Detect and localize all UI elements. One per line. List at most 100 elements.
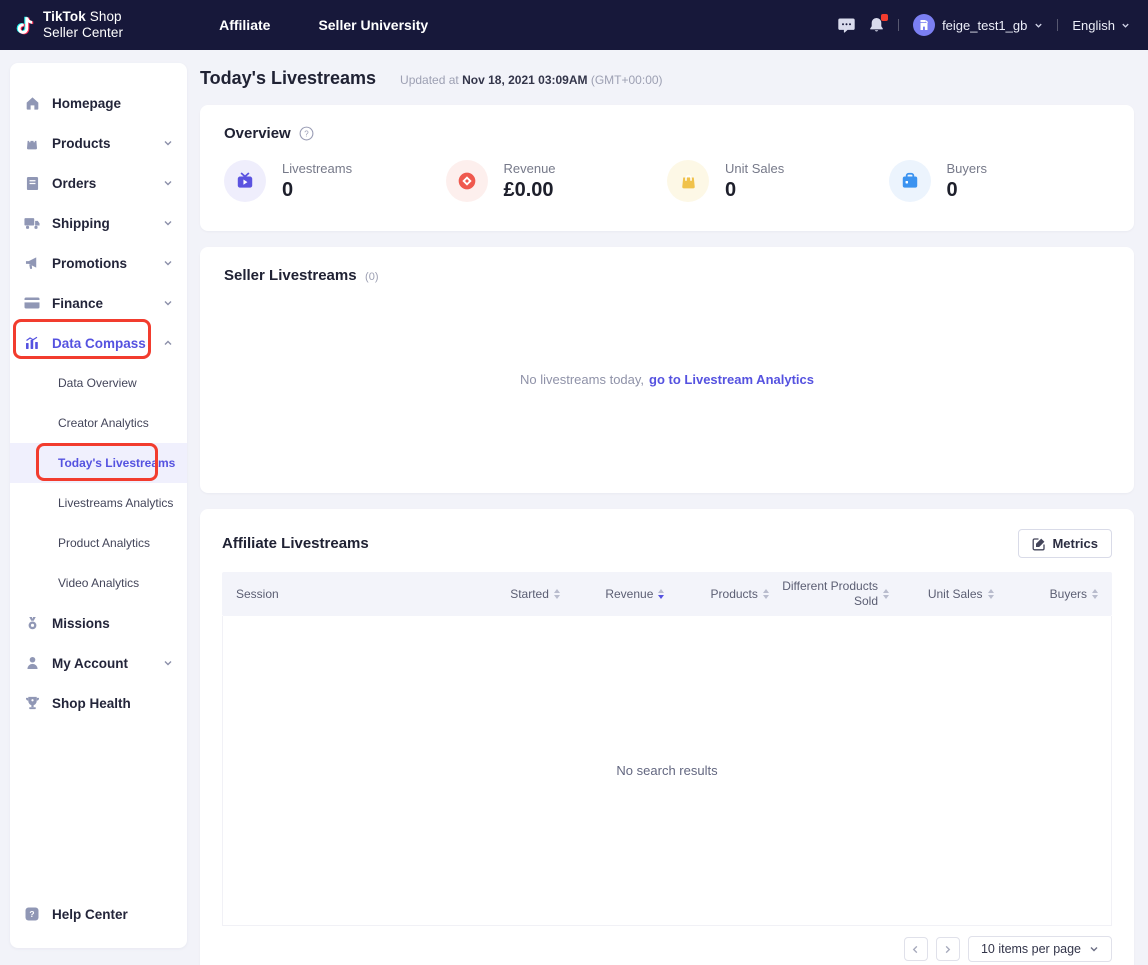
sort-icon (1092, 589, 1098, 599)
help-icon: ? (24, 907, 40, 921)
main-content: Today's Livestreams Updated at Nov 18, 2… (200, 50, 1134, 965)
column-unit-sales[interactable]: Unit Sales (889, 587, 993, 602)
notification-badge (881, 14, 888, 21)
tiktok-shop-logo: TikTok Shop Seller Center (14, 9, 123, 40)
user-menu[interactable]: feige_test1_gb (913, 14, 1043, 36)
sidebar-subitem-product-analytics[interactable]: Product Analytics (10, 523, 187, 563)
topbar-right: feige_test1_gb English (838, 14, 1130, 36)
prev-page-button[interactable] (904, 937, 928, 961)
affiliate-livestreams-card: Affiliate Livestreams Metrics Session St… (200, 509, 1134, 965)
affiliate-livestreams-title: Affiliate Livestreams (222, 535, 369, 552)
language-selector[interactable]: English (1072, 18, 1130, 33)
metric-livestreams: Livestreams 0 (224, 160, 446, 202)
metric-revenue: Revenue £0.00 (446, 160, 668, 202)
metric-value: 0 (282, 179, 352, 202)
logo-text: TikTok Shop Seller Center (43, 9, 123, 40)
updated-at: Updated at Nov 18, 2021 03:09AM (GMT+00:… (400, 73, 663, 87)
bank-card-icon (24, 297, 40, 309)
table-header: Session Started Revenue Products Differe… (222, 572, 1112, 616)
column-buyers[interactable]: Buyers (994, 587, 1098, 602)
chevron-up-icon (163, 338, 173, 348)
chevron-down-icon (163, 218, 173, 228)
page-title: Today's Livestreams (200, 68, 376, 89)
metric-value: 0 (725, 179, 784, 202)
help-circle-icon[interactable]: ? (299, 126, 314, 141)
seller-livestreams-card: Seller Livestreams (0) No livestreams to… (200, 247, 1134, 493)
nav-affiliate[interactable]: Affiliate (219, 17, 270, 33)
sidebar-subitem-livestreams-analytics[interactable]: Livestreams Analytics (10, 483, 187, 523)
topbar: TikTok Shop Seller Center Affiliate Sell… (0, 0, 1148, 50)
chevron-down-icon (163, 258, 173, 268)
overview-title: Overview (224, 125, 291, 142)
tiktok-note-icon (14, 12, 36, 38)
sidebar-item-finance[interactable]: Finance (10, 283, 187, 323)
livestream-tv-icon (224, 160, 266, 202)
shopping-bag-icon (24, 136, 40, 151)
language-label: English (1072, 18, 1115, 33)
column-session: Session (236, 587, 455, 602)
sidebar-item-orders[interactable]: Orders (10, 163, 187, 203)
chevron-down-icon (1089, 944, 1099, 954)
sidebar-item-shipping[interactable]: Shipping (10, 203, 187, 243)
metrics-button[interactable]: Metrics (1018, 529, 1112, 558)
top-nav: Affiliate Seller University (219, 17, 428, 33)
medal-icon (24, 616, 40, 631)
metric-unit-sales: Unit Sales 0 (667, 160, 889, 202)
next-page-button[interactable] (936, 937, 960, 961)
livestream-analytics-link[interactable]: go to Livestream Analytics (649, 372, 814, 387)
metric-value: £0.00 (504, 179, 556, 202)
coin-icon (446, 160, 488, 202)
column-revenue[interactable]: Revenue (560, 587, 664, 602)
chevron-down-icon (1034, 21, 1043, 30)
chevron-down-icon (163, 658, 173, 668)
metric-buyers: Buyers 0 (889, 160, 1111, 202)
user-name: feige_test1_gb (942, 18, 1027, 33)
topbar-divider (898, 19, 899, 31)
order-document-icon (24, 176, 40, 191)
shopping-bag-icon (667, 160, 709, 202)
sidebar-subitem-video-analytics[interactable]: Video Analytics (10, 563, 187, 603)
sidebar-item-homepage[interactable]: Homepage (10, 83, 187, 123)
page-header: Today's Livestreams Updated at Nov 18, 2… (200, 68, 1134, 89)
sidebar-subitem-creator-analytics[interactable]: Creator Analytics (10, 403, 187, 443)
sidebar-subitem-data-overview[interactable]: Data Overview (10, 363, 187, 403)
chevron-down-icon (163, 138, 173, 148)
home-icon (24, 96, 40, 111)
svg-text:?: ? (304, 129, 309, 138)
column-products[interactable]: Products (664, 587, 768, 602)
seller-livestreams-title: Seller Livestreams (224, 267, 357, 284)
column-different-products-sold[interactable]: Different Products Sold (769, 579, 889, 609)
person-icon (24, 656, 40, 670)
sidebar-item-data-compass[interactable]: Data Compass (10, 323, 187, 363)
wallet-icon (889, 160, 931, 202)
sidebar-subitem-todays-livestreams[interactable]: Today's Livestreams (10, 443, 187, 483)
pagination: 10 items per page (222, 936, 1112, 962)
nav-seller-university[interactable]: Seller University (318, 17, 428, 33)
sidebar-item-missions[interactable]: Missions (10, 603, 187, 643)
sidebar-item-help-center[interactable]: ? Help Center (10, 894, 187, 934)
sidebar-item-promotions[interactable]: Promotions (10, 243, 187, 283)
sidebar: Homepage Products Orders Shipping Promot… (10, 63, 187, 948)
truck-icon (24, 217, 40, 230)
topbar-divider (1057, 19, 1058, 31)
overview-metrics: Livestreams 0 Revenue £0.00 Unit Sales (224, 160, 1110, 202)
svg-text:?: ? (29, 909, 34, 919)
sidebar-item-shop-health[interactable]: Shop Health (10, 683, 187, 723)
table-empty-state: No search results (222, 616, 1112, 926)
notifications-bell-icon[interactable] (869, 17, 884, 33)
chevron-down-icon (1121, 21, 1130, 30)
chevron-down-icon (163, 298, 173, 308)
overview-card: Overview ? Livestreams 0 Revenue (200, 105, 1134, 231)
column-started[interactable]: Started (455, 587, 559, 602)
bar-chart-icon (24, 336, 40, 350)
page-size-select[interactable]: 10 items per page (968, 936, 1112, 962)
messages-icon[interactable] (838, 18, 855, 33)
edit-icon (1032, 537, 1046, 551)
sidebar-item-my-account[interactable]: My Account (10, 643, 187, 683)
metric-value: 0 (947, 179, 987, 202)
seller-livestreams-empty: No livestreams today, go to Livestream A… (224, 285, 1110, 473)
trophy-icon (24, 696, 40, 710)
sidebar-item-products[interactable]: Products (10, 123, 187, 163)
seller-livestreams-count: (0) (365, 271, 378, 283)
user-avatar (913, 14, 935, 36)
